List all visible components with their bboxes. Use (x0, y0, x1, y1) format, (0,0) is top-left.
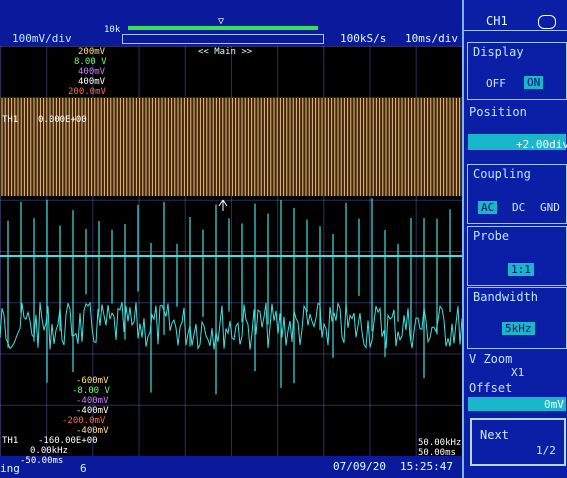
coupling-ac-option[interactable]: AC (478, 201, 498, 214)
th-bottom-value: -160.00E+00 (38, 436, 98, 446)
offset-value: 0mV (544, 398, 564, 411)
vzoom-title: V Zoom (469, 352, 513, 366)
bandwidth-value: 5kHz (502, 322, 535, 335)
position-menu[interactable]: Position (467, 100, 565, 160)
freq-right-readout: 50.00kHz (418, 438, 462, 448)
status-number: 6 (80, 462, 87, 475)
time-left-readout: -50.00ms (20, 456, 64, 466)
position-value: +2.00div (516, 138, 567, 151)
channel-menu-panel: CH1 Display OFF ON Position +2.00div Cou… (462, 0, 567, 478)
th-bottom-label: TH1 (2, 436, 19, 446)
bottom-status-bar: ing -50.00ms 6 07/09/20 15:25:47 (0, 456, 462, 478)
coupling-menu[interactable]: Coupling AC DC GND (467, 164, 567, 224)
next-button[interactable]: Next 1/2 (470, 418, 566, 466)
ch3-scale-label: 400mV (78, 67, 106, 77)
memory-length-label: 10k (104, 25, 121, 35)
record-length-bar (122, 34, 324, 44)
timebase-readout: 10ms/div (405, 32, 458, 45)
ch2-offset-label: -8.00 V (72, 386, 110, 396)
display-off-option[interactable]: OFF (486, 77, 506, 90)
ch4-offset-label: -400mV (76, 406, 109, 416)
offset-title: Offset (469, 381, 513, 395)
sample-rate-readout: 100kS/s (340, 32, 387, 45)
coupling-title: Coupling (473, 167, 531, 181)
display-on-option[interactable]: ON (524, 76, 544, 89)
channel-label: CH1 (486, 14, 508, 28)
th-value: 0.000E+00 (38, 115, 87, 125)
main-window-label: << Main >> (198, 47, 253, 57)
trigger-level-arrow-icon (218, 199, 228, 211)
trigger-position-icon: ▽ (218, 16, 225, 27)
bandwidth-title: Bandwidth (473, 290, 539, 304)
probe-title: Probe (473, 229, 510, 243)
th-label: TH1 (2, 115, 19, 125)
waveform-traces (0, 98, 462, 395)
display-title: Display (473, 45, 524, 59)
ac-coupling-icon (538, 15, 556, 29)
probe-value: 1:1 (508, 263, 534, 276)
ch6-offset-label: -400mV (76, 426, 109, 436)
probe-menu[interactable]: Probe 1:1 (467, 226, 567, 286)
ch3-offset-label: -400mV (76, 396, 109, 406)
next-page-indicator: 1/2 (536, 444, 556, 457)
coupling-dc-option[interactable]: DC (512, 201, 525, 214)
display-menu[interactable]: Display OFF ON (467, 42, 567, 100)
ch2-scale-label: 8.00 V (74, 57, 107, 67)
status-text: ing (0, 462, 20, 475)
bandwidth-menu[interactable]: Bandwidth 5kHz (467, 287, 567, 349)
time-right-readout: 50.00ms (418, 448, 456, 456)
ch1-scale-label: 200mV (78, 47, 106, 57)
next-label: Next (480, 428, 509, 442)
time-readout: 15:25:47 (400, 460, 453, 473)
ch2-noise-trace (0, 301, 462, 351)
ch1-scale-readout: 100mV/div (12, 32, 72, 45)
coupling-gnd-option[interactable]: GND (540, 201, 560, 214)
ch5-scale-label: 200.0mV (68, 87, 106, 97)
vzoom-value: X1 (511, 366, 525, 379)
ch1-tab[interactable]: CH1 (464, 12, 567, 31)
freq-left-readout: 0.00kHz (30, 446, 68, 456)
waveform-display[interactable]: << Main >> 200mV 8.00 V 400mV 400mV 200.… (0, 46, 462, 456)
top-status-bar: 100mV/div 10k ▽ 100kS/s 10ms/div (0, 0, 462, 46)
position-title: Position (469, 105, 527, 119)
date-readout: 07/09/20 (333, 460, 386, 473)
ch4-scale-label: 400mV (78, 77, 106, 87)
ch1-offset-label: -600mV (76, 376, 109, 386)
ch5-offset-label: -200.0mV (62, 416, 106, 426)
